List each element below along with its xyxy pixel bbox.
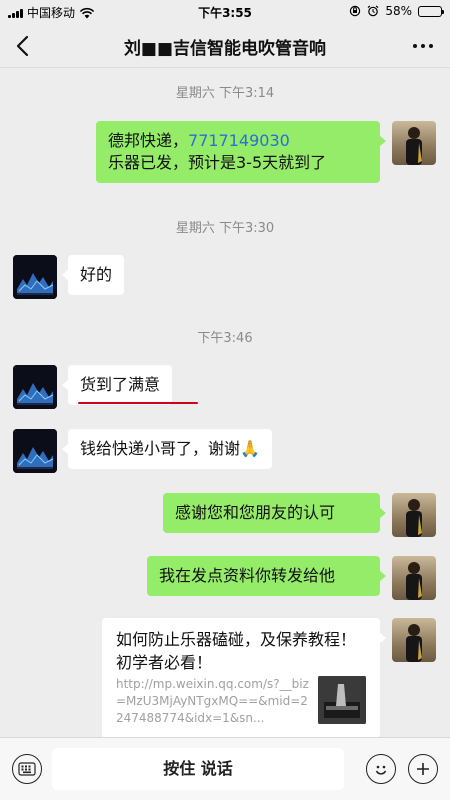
timestamp: 下午3:46 bbox=[197, 331, 253, 346]
my-avatar[interactable] bbox=[392, 618, 436, 662]
avatar-image bbox=[406, 562, 422, 600]
plus-glyph bbox=[417, 763, 429, 775]
message-line: 乐器已发，预计是3-5天就到了 bbox=[108, 153, 327, 172]
received-message-bubble[interactable]: 钱给快递小哥了，谢谢🙏 bbox=[62, 429, 272, 469]
plus-icon[interactable] bbox=[408, 754, 438, 784]
my-avatar[interactable] bbox=[392, 493, 436, 537]
lock-rotation-icon bbox=[350, 5, 361, 17]
message-text: 我在发点资料你转发给他 bbox=[159, 566, 336, 585]
message-text: 好的 bbox=[80, 265, 113, 284]
avatar-image bbox=[13, 429, 57, 473]
thumbnail-image bbox=[318, 676, 366, 724]
sent-message-bubble[interactable]: 感谢您和您朋友的认可 bbox=[163, 493, 386, 533]
battery-percent: 58% bbox=[385, 4, 412, 18]
input-bar: 按住 说话 bbox=[0, 737, 450, 800]
received-message-bubble[interactable]: 好的 bbox=[61, 255, 125, 295]
timestamp: 星期六 下午3:14 bbox=[175, 86, 275, 101]
sent-message-bubble[interactable]: 我在发点资料你转发给他 bbox=[147, 556, 386, 596]
card-title: 如何防止乐器磕碰，及保养教程！初学者必看！ bbox=[116, 630, 357, 672]
my-avatar[interactable] bbox=[392, 121, 436, 165]
alarm-icon bbox=[367, 5, 379, 17]
timestamp: 星期六 下午3:30 bbox=[175, 221, 275, 236]
red-underline-annotation bbox=[78, 402, 198, 404]
avatar-image bbox=[406, 624, 422, 662]
avatar-image bbox=[406, 127, 422, 165]
article-link-card[interactable]: 如何防止乐器磕碰，及保养教程！初学者必看！ http://mp.weixin.q… bbox=[102, 618, 386, 737]
back-chevron-icon[interactable] bbox=[10, 32, 38, 60]
status-right: 58% bbox=[349, 4, 444, 18]
chat-messages[interactable]: 星期六 下午3:14 德邦快递，7717149030 乐器已发，预计是3-5天就… bbox=[0, 69, 450, 737]
card-url: http://mp.weixin.qq.com/s?__biz=MzU3MjAy… bbox=[116, 677, 309, 725]
emoji-icon[interactable] bbox=[366, 754, 396, 784]
more-dots-icon[interactable] bbox=[410, 36, 436, 56]
sent-message-bubble[interactable]: 德邦快递，7717149030 乐器已发，预计是3-5天就到了 bbox=[96, 121, 386, 183]
message-text: 德邦快递， bbox=[108, 131, 189, 150]
message-line: 德邦快递，7717149030 bbox=[108, 130, 368, 152]
avatar-image bbox=[13, 365, 57, 409]
my-avatar[interactable] bbox=[392, 556, 436, 600]
message-text: 感谢您和您朋友的认可 bbox=[175, 503, 336, 522]
card-thumbnail bbox=[318, 676, 366, 724]
avatar-image bbox=[13, 255, 57, 299]
message-text: 货到了满意 bbox=[80, 375, 161, 394]
received-message-bubble[interactable]: 货到了满意 bbox=[61, 365, 173, 405]
avatar-image bbox=[406, 499, 422, 537]
emoji-glyph bbox=[375, 765, 387, 775]
contact-avatar[interactable] bbox=[13, 429, 57, 473]
chat-title: 刘■■吉信智能电吹管音响 bbox=[123, 39, 327, 59]
chat-header: 刘■■吉信智能电吹管音响 bbox=[0, 24, 450, 68]
tracking-number-link[interactable]: 7717149030 bbox=[188, 131, 290, 150]
keyboard-icon[interactable] bbox=[12, 754, 42, 784]
keyboard-glyph bbox=[18, 762, 36, 776]
hold-to-talk-button[interactable]: 按住 说话 bbox=[52, 748, 344, 790]
contact-avatar[interactable] bbox=[13, 365, 57, 409]
battery-icon bbox=[418, 5, 444, 17]
message-text: 钱给快递小哥了，谢谢🙏 bbox=[80, 439, 260, 458]
status-bar: 中国移动 下午3:55 58% bbox=[0, 0, 450, 24]
contact-avatar[interactable] bbox=[13, 255, 57, 299]
